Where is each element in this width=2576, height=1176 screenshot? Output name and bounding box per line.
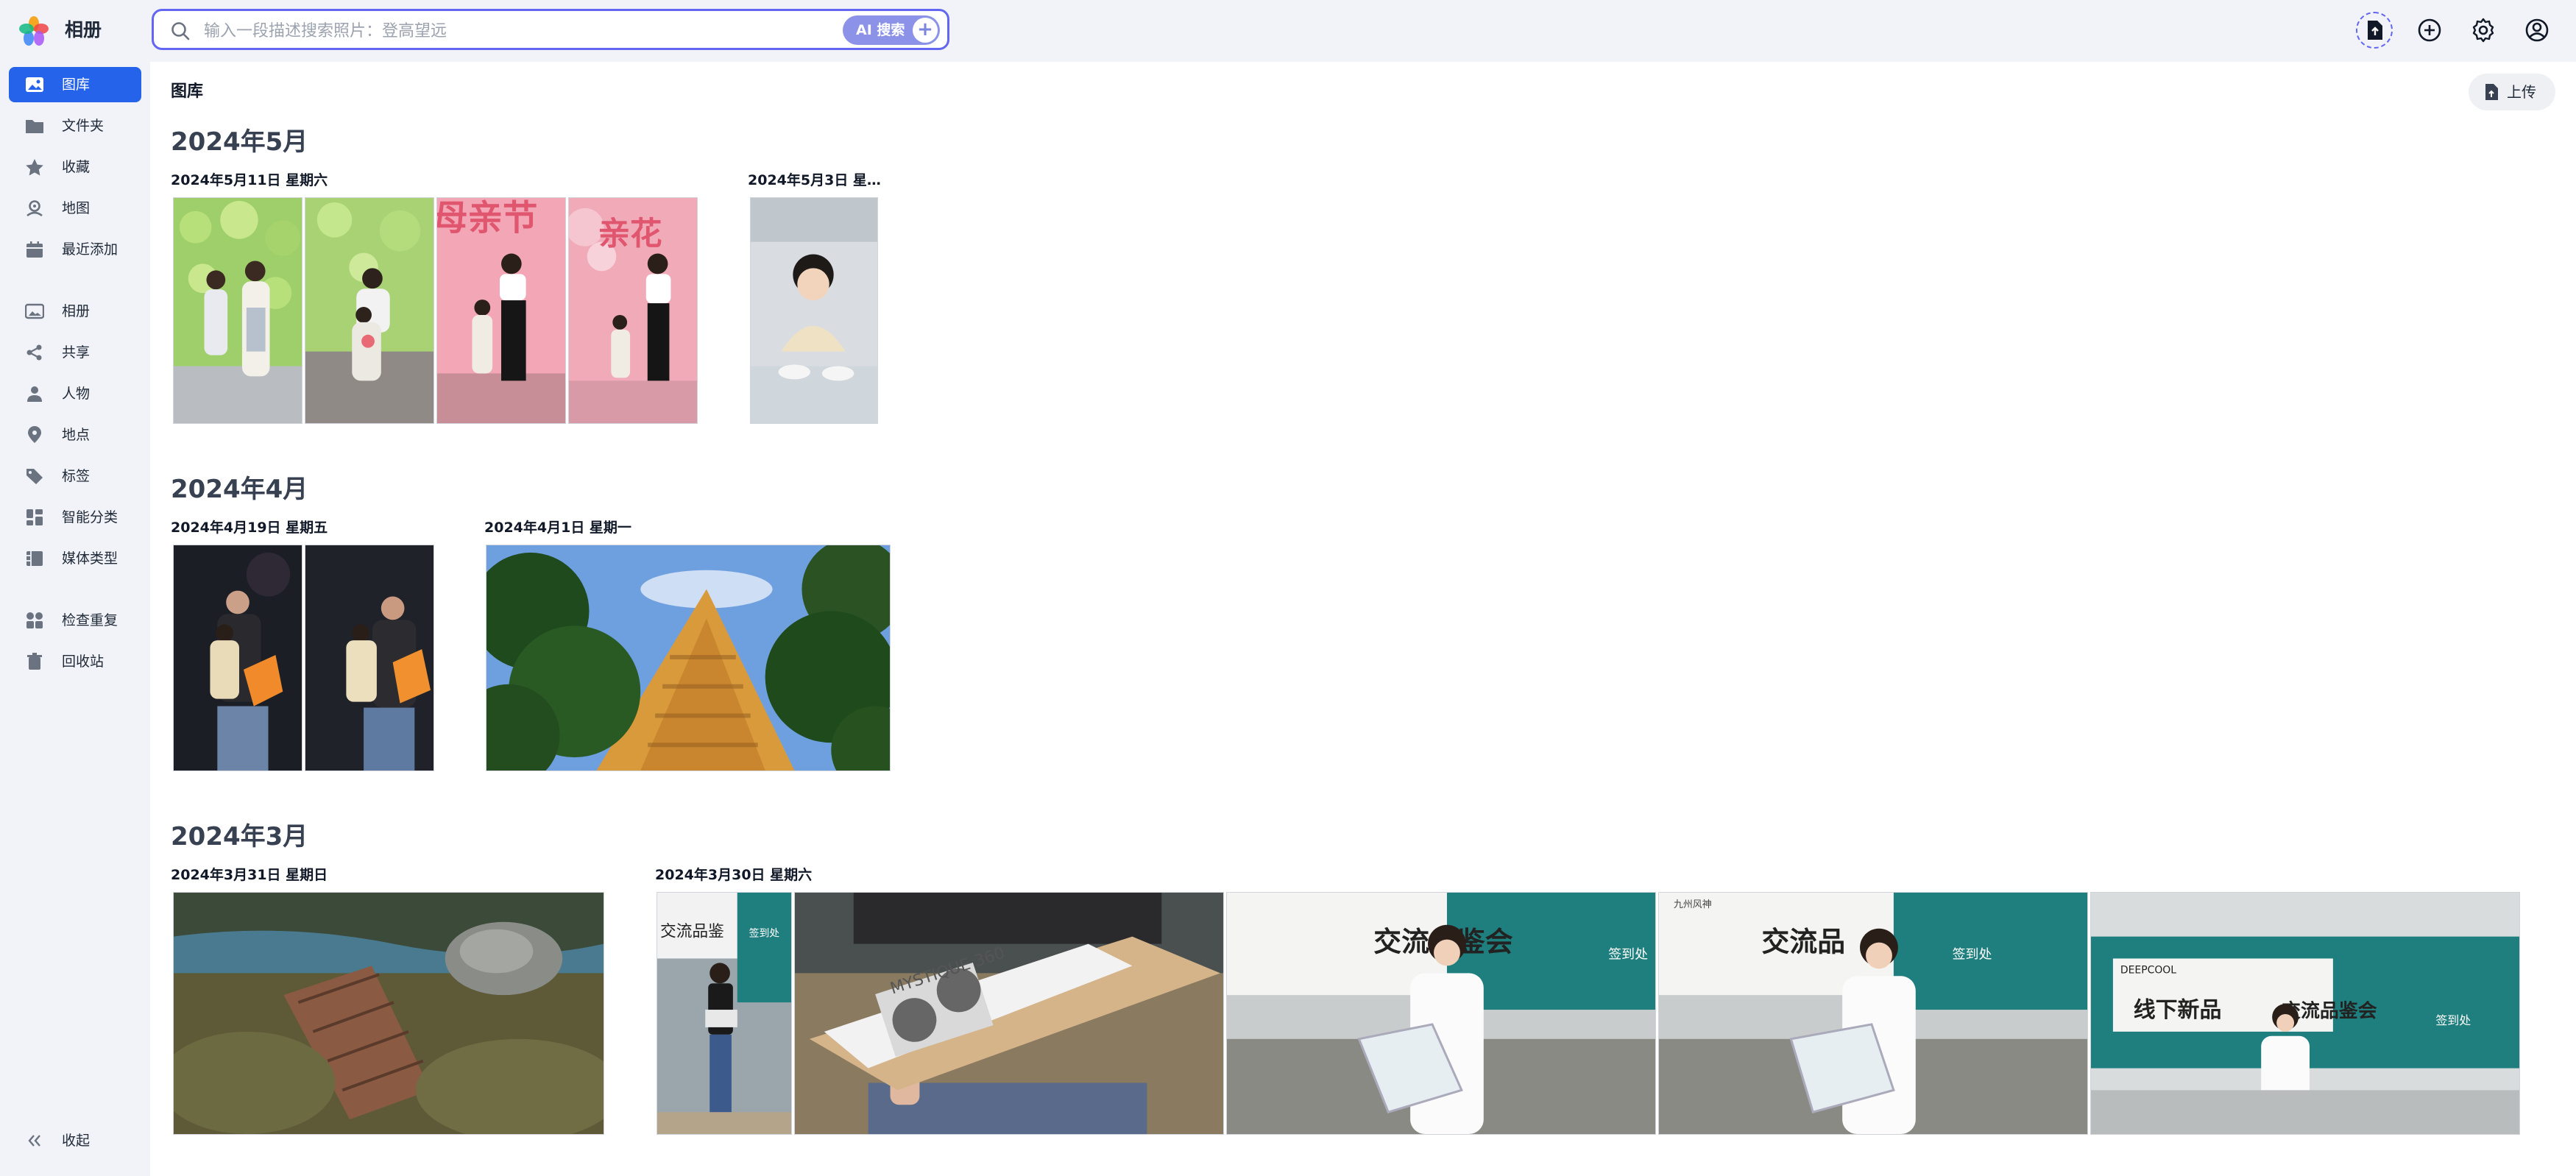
map-pin-icon	[26, 200, 43, 217]
photo-thumbnail[interactable]: 亲花	[568, 197, 698, 424]
sidebar-item-label: 人物	[62, 386, 91, 402]
date-label[interactable]: 2024年5月3日 星…	[748, 171, 895, 190]
media-type-icon	[26, 551, 43, 566]
calendar-icon	[26, 241, 43, 258]
sidebar-item-label: 文件夹	[62, 118, 105, 134]
photo-thumbnail[interactable]	[750, 197, 878, 424]
month-heading: 2024年4月	[171, 475, 308, 504]
sidebar-item-label: 标签	[62, 468, 91, 484]
photo-thumbnail[interactable]	[486, 545, 891, 771]
account-icon[interactable]	[2522, 15, 2552, 46]
photo-thumbnail[interactable]	[305, 545, 434, 771]
sidebar-item-media-types[interactable]: 媒体类型	[9, 541, 141, 576]
photo-thumbnail[interactable]: 母亲节	[436, 197, 566, 424]
file-upload-icon	[2485, 84, 2498, 100]
sign-text: 签到处	[2435, 1013, 2471, 1027]
sidebar-item-label: 地点	[62, 427, 91, 443]
sidebar-item-gallery[interactable]: 图库	[9, 67, 141, 102]
sidebar-item-label: 回收站	[62, 653, 105, 670]
sidebar-item-folders[interactable]: 文件夹	[9, 108, 141, 144]
add-icon[interactable]	[2414, 15, 2445, 46]
page-title: 图库	[171, 82, 204, 101]
search-box[interactable]: AI 搜索 +	[152, 9, 949, 50]
app-logo-icon[interactable]	[18, 16, 50, 46]
date-label[interactable]: 2024年3月30日 星期六	[655, 865, 949, 885]
photo-thumbnail[interactable]	[173, 197, 302, 424]
sign-text: 九州风神	[1674, 899, 1712, 910]
chevrons-left-icon	[28, 1135, 40, 1147]
sidebar-item-label: 最近添加	[62, 241, 118, 258]
sign-text: 签到处	[749, 927, 780, 940]
sidebar-item-shared[interactable]: 共享	[9, 335, 141, 370]
month-heading: 2024年3月	[171, 822, 308, 851]
album-icon	[25, 303, 44, 319]
file-upload-icon[interactable]	[2356, 12, 2393, 49]
photo-thumbnail[interactable]: 交流品鉴 签到处	[657, 892, 792, 1135]
date-label[interactable]: 2024年4月1日 星期一	[484, 518, 779, 537]
sidebar-item-label: 共享	[62, 344, 91, 361]
tag-icon	[26, 469, 43, 484]
sidebar-item-label: 媒体类型	[62, 550, 118, 567]
sidebar-item-trash[interactable]: 回收站	[9, 644, 141, 679]
sidebar-item-places[interactable]: 地点	[9, 417, 141, 453]
sidebar-item-smart-categories[interactable]: 智能分类	[9, 500, 141, 535]
ai-search-label: AI 搜索	[856, 22, 905, 38]
search-input[interactable]	[202, 15, 772, 46]
sidebar: 图库 文件夹 收藏 地图 最近添加 相册 共享 人物 地点 标签 智能分类 媒体…	[0, 62, 150, 1176]
sidebar-item-duplicates[interactable]: 检查重复	[9, 603, 141, 638]
trash-icon	[27, 653, 42, 670]
sidebar-item-tags[interactable]: 标签	[9, 458, 141, 494]
sign-text: 签到处	[1608, 946, 1648, 962]
top-bar: 相册 AI 搜索 +	[0, 0, 2576, 62]
photo-thumbnail[interactable]: DEEPCOOL 线下新品 交流品鉴会 签到处	[2090, 892, 2520, 1135]
ai-search-button[interactable]: AI 搜索 +	[843, 15, 940, 45]
sign-text: 交流品	[1762, 926, 1846, 958]
app-title: 相册	[65, 19, 102, 40]
photo-thumbnail[interactable]: MYSTIQUE 360	[794, 892, 1224, 1135]
sidebar-item-label: 检查重复	[62, 612, 118, 628]
sidebar-item-people[interactable]: 人物	[9, 376, 141, 411]
sign-text: 亲花	[598, 216, 662, 252]
sidebar-item-recent[interactable]: 最近添加	[9, 232, 141, 267]
share-icon	[26, 344, 42, 361]
sidebar-item-map[interactable]: 地图	[9, 191, 141, 226]
sparkle-plus-icon: +	[913, 18, 938, 43]
photo-thumbnail[interactable]: 九州风神 交流品 签到处	[1658, 892, 2088, 1135]
sidebar-item-label: 图库	[62, 77, 91, 93]
sign-text: 交流品鉴	[660, 923, 724, 941]
location-icon	[28, 426, 41, 443]
grid-icon	[26, 509, 43, 525]
person-icon	[27, 386, 42, 402]
sidebar-collapse-button[interactable]: 收起	[9, 1123, 141, 1158]
sidebar-item-albums[interactable]: 相册	[9, 294, 141, 329]
sign-text: 线下新品	[2134, 997, 2222, 1023]
upload-button[interactable]: 上传	[2469, 74, 2555, 110]
sidebar-item-label: 地图	[62, 200, 91, 216]
date-label[interactable]: 2024年5月11日 星期六	[171, 171, 465, 190]
main-content: 图库 上传 2024年5月 2024年5月11日 星期六 2024年5月3日 星…	[150, 62, 2576, 1176]
sidebar-item-favorites[interactable]: 收藏	[9, 149, 141, 185]
photo-thumbnail[interactable]	[173, 892, 604, 1135]
search-icon	[171, 22, 190, 40]
photo-thumbnail[interactable]	[173, 545, 302, 771]
sidebar-item-label: 收藏	[62, 159, 91, 175]
sidebar-item-label: 相册	[62, 303, 91, 319]
photo-thumbnail[interactable]	[305, 197, 434, 424]
month-heading: 2024年5月	[171, 127, 308, 157]
sidebar-item-label: 智能分类	[62, 509, 118, 525]
settings-icon[interactable]	[2468, 15, 2499, 46]
sign-text: 母亲节	[437, 199, 537, 239]
sign-text: DEEPCOOL	[2120, 964, 2176, 976]
duplicate-icon	[26, 612, 43, 628]
upload-label: 上传	[2507, 83, 2536, 101]
date-label[interactable]: 2024年4月19日 星期五	[171, 518, 465, 537]
sidebar-collapse-label: 收起	[62, 1133, 91, 1149]
image-icon	[26, 77, 43, 92]
star-icon	[26, 159, 43, 176]
photo-thumbnail[interactable]: 交流品鉴会 签到处	[1226, 892, 1656, 1135]
sign-text: 签到处	[1953, 946, 1992, 962]
date-label[interactable]: 2024年3月31日 星期日	[171, 865, 465, 885]
folder-icon	[26, 120, 43, 133]
